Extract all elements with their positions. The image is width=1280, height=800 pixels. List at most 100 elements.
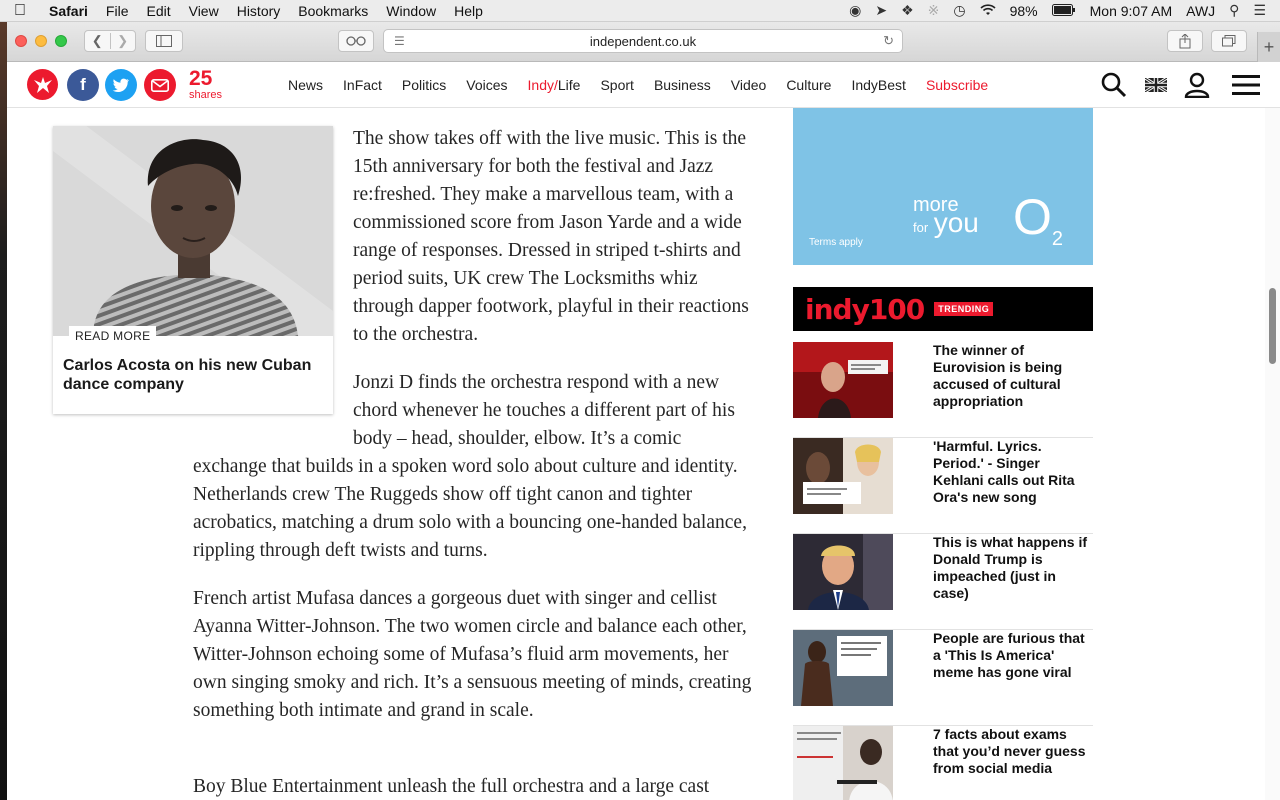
address-bar[interactable]: ☰ independent.co.uk ↻ bbox=[383, 29, 903, 53]
article-paragraph: French artist Mufasa dances a gorgeous d… bbox=[193, 588, 752, 721]
independent-eagle-logo[interactable] bbox=[27, 69, 58, 100]
nav-culture[interactable]: Culture bbox=[776, 77, 841, 93]
main-navigation: News InFact Politics Voices Indy/Life Sp… bbox=[288, 62, 998, 108]
menu-safari[interactable]: Safari bbox=[40, 3, 97, 19]
story-thumbnail bbox=[793, 342, 893, 418]
nav-sport[interactable]: Sport bbox=[590, 77, 643, 93]
story-headline[interactable]: The winner of Eurovision is being accuse… bbox=[933, 342, 1093, 410]
indy100-banner[interactable]: indy100 TRENDING bbox=[793, 287, 1093, 331]
zoom-window-button[interactable] bbox=[55, 35, 67, 47]
scrollbar-thumb[interactable] bbox=[1269, 288, 1276, 364]
menu-edit[interactable]: Edit bbox=[137, 3, 179, 19]
search-icon[interactable] bbox=[1100, 72, 1128, 98]
show-tabs-button[interactable] bbox=[1211, 30, 1247, 52]
nav-news[interactable]: News bbox=[288, 77, 333, 93]
story-headline[interactable]: 'Harmful. Lyrics. Period.' - Singer Kehl… bbox=[933, 438, 1093, 506]
glasses-icon bbox=[346, 36, 366, 46]
battery-percent: 98% bbox=[1009, 2, 1038, 19]
nav-indybest[interactable]: IndyBest bbox=[841, 77, 915, 93]
menu-help[interactable]: Help bbox=[445, 3, 492, 19]
story-thumbnail bbox=[793, 438, 893, 514]
location-icon[interactable]: ➤ bbox=[875, 2, 887, 19]
nav-indy-part: Indy/ bbox=[527, 77, 558, 93]
page-scrollbar[interactable] bbox=[1265, 108, 1280, 800]
menubar-user[interactable]: AWJ bbox=[1186, 3, 1215, 19]
bluetooth-icon[interactable]: ※ bbox=[928, 2, 940, 19]
story-headline[interactable]: 7 facts about exams that you’d never gue… bbox=[933, 726, 1093, 777]
twitter-icon bbox=[112, 78, 129, 92]
email-share-button[interactable] bbox=[144, 69, 176, 101]
o2-letter: O bbox=[1013, 189, 1052, 245]
close-window-button[interactable] bbox=[15, 35, 27, 47]
uk-flag-icon[interactable] bbox=[1144, 73, 1168, 97]
nav-subscribe[interactable]: Subscribe bbox=[916, 77, 998, 93]
nav-video[interactable]: Video bbox=[721, 77, 777, 93]
sidebar-toggle-button[interactable] bbox=[145, 30, 183, 52]
window-controls bbox=[15, 35, 67, 47]
trending-story[interactable]: People are furious that a 'This Is Ameri… bbox=[793, 630, 1093, 726]
menu-file[interactable]: File bbox=[97, 3, 138, 19]
trending-story[interactable]: The winner of Eurovision is being accuse… bbox=[793, 342, 1093, 438]
read-more-title[interactable]: Carlos Acosta on his new Cuban dance com… bbox=[63, 356, 325, 394]
battery-icon[interactable] bbox=[1051, 3, 1076, 19]
tabs-icon bbox=[1222, 35, 1236, 47]
forward-icon[interactable]: ❯ bbox=[109, 33, 136, 49]
twitter-share-button[interactable] bbox=[105, 69, 137, 101]
article-paragraph: exchange that builds in a spoken word so… bbox=[193, 456, 747, 561]
o2-subscript: 2 bbox=[1051, 228, 1064, 250]
wifi-icon[interactable] bbox=[980, 3, 996, 19]
reader-view-icon[interactable]: ☰ bbox=[394, 34, 405, 48]
reading-list-button[interactable] bbox=[338, 30, 374, 52]
hamburger-menu-icon[interactable] bbox=[1231, 73, 1261, 97]
article-paragraph: Jonzi D finds the orchestra respond with… bbox=[353, 372, 735, 449]
indy100-logo: indy100 bbox=[805, 292, 925, 326]
address-url: independent.co.uk bbox=[589, 33, 697, 49]
time-machine-icon[interactable]: ◷ bbox=[953, 2, 965, 19]
read-more-card[interactable]: READ MORE Carlos Acosta on his new Cuban… bbox=[53, 126, 333, 414]
trending-badge: TRENDING bbox=[934, 302, 994, 316]
nav-politics[interactable]: Politics bbox=[392, 77, 456, 93]
story-headline[interactable]: People are furious that a 'This Is Ameri… bbox=[933, 630, 1093, 681]
share-count-number: 25 bbox=[189, 67, 213, 90]
menubar-clock[interactable]: Mon 9:07 AM bbox=[1090, 3, 1173, 19]
nav-business[interactable]: Business bbox=[644, 77, 721, 93]
nav-life-part: Life bbox=[557, 77, 581, 93]
page-content: READ MORE Carlos Acosta on his new Cuban… bbox=[7, 108, 1265, 800]
back-forward-buttons: ❮ ❯ bbox=[84, 30, 136, 52]
account-icon[interactable] bbox=[1184, 72, 1210, 98]
menu-bookmarks[interactable]: Bookmarks bbox=[289, 3, 377, 19]
trending-story[interactable]: 'Harmful. Lyrics. Period.' - Singer Kehl… bbox=[793, 438, 1093, 534]
back-icon[interactable]: ❮ bbox=[85, 33, 110, 49]
safari-toolbar: ❮ ❯ ☰ independent.co.uk ↻ + bbox=[7, 22, 1280, 62]
nav-indy-life[interactable]: Indy/Life bbox=[518, 77, 591, 93]
nav-infact[interactable]: InFact bbox=[333, 77, 392, 93]
reload-icon[interactable]: ↻ bbox=[883, 33, 894, 49]
nav-voices[interactable]: Voices bbox=[456, 77, 517, 93]
email-icon bbox=[151, 78, 169, 92]
apple-menu-icon[interactable]:  bbox=[0, 2, 40, 20]
menu-history[interactable]: History bbox=[228, 3, 290, 19]
menu-window[interactable]: Window bbox=[377, 3, 445, 19]
minimize-window-button[interactable] bbox=[35, 35, 47, 47]
trending-story[interactable]: This is what happens if Donald Trump is … bbox=[793, 534, 1093, 630]
new-tab-button[interactable]: + bbox=[1257, 32, 1280, 62]
share-button[interactable] bbox=[1167, 30, 1203, 52]
read-more-label: READ MORE bbox=[69, 326, 157, 346]
ad-slogan: more for you bbox=[913, 195, 979, 237]
read-more-photo bbox=[53, 126, 333, 336]
sidebar-icon bbox=[156, 35, 172, 47]
facebook-icon: f bbox=[80, 75, 86, 94]
dropbox-icon[interactable]: ❖ bbox=[901, 2, 914, 19]
share-count: 25 shares bbox=[189, 68, 222, 101]
trending-story[interactable]: 7 facts about exams that you’d never gue… bbox=[793, 726, 1093, 800]
spotlight-search-icon[interactable]: ⚲ bbox=[1229, 2, 1239, 19]
facebook-share-button[interactable]: f bbox=[67, 69, 99, 101]
share-icon bbox=[1179, 33, 1191, 48]
story-thumbnail bbox=[793, 726, 893, 800]
story-headline[interactable]: This is what happens if Donald Trump is … bbox=[933, 534, 1093, 602]
story-thumbnail bbox=[793, 630, 893, 706]
creative-cloud-icon[interactable]: ◉ bbox=[849, 2, 861, 19]
notification-center-icon[interactable]: ☰ bbox=[1253, 2, 1266, 19]
menu-view[interactable]: View bbox=[180, 3, 228, 19]
o2-advert[interactable]: more for you O2 Terms apply bbox=[793, 108, 1093, 265]
